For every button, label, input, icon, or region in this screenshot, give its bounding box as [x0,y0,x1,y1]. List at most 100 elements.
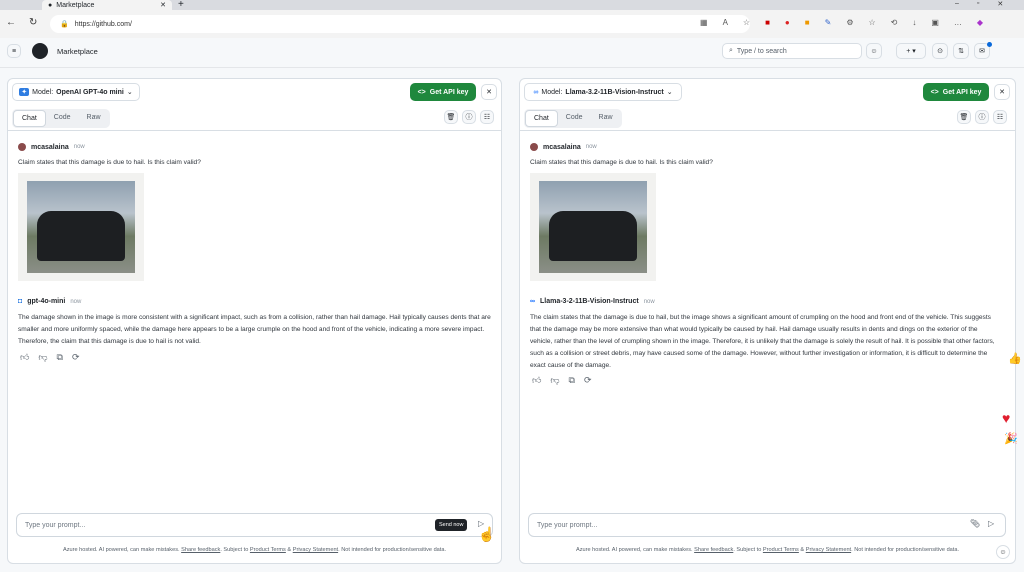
prompt-input[interactable]: Type your prompt... [16,513,493,537]
user-message-header: mcasalaina now [18,143,85,151]
thumbs-up-icon[interactable]: 👍︎ [20,352,29,363]
response-actions: 👍︎ 👎︎ ⧉ ⟳ [532,375,592,386]
info-icon[interactable]: ⓘ [462,110,476,124]
bot-message-header: ◘ gpt-4o-mini now [18,298,82,305]
tab-chat[interactable]: Chat [525,110,558,127]
adblock-icon[interactable]: ● [785,18,790,27]
github-logo-icon[interactable] [32,43,48,59]
reader-icon[interactable]: ▦ [700,18,708,27]
copilot-icon[interactable]: ◆ [977,18,983,27]
settings-icon[interactable]: ☷ [480,110,494,124]
tab-chat[interactable]: Chat [13,110,46,127]
maximize-icon[interactable]: ▫ [977,0,979,8]
browser-tab[interactable]: ● Marketplace ✕ [42,0,172,10]
view-tabs: Chat Code Raw [524,109,622,128]
create-new-button[interactable]: + ▾ [896,43,926,59]
copilot-icon: ☺ [999,548,1007,556]
panel-actions: 🗑 ⓘ ☷ [444,110,494,124]
openai-model-icon: ◘ [18,298,23,305]
copy-icon[interactable]: ⧉ [569,375,575,386]
privacy-link[interactable]: Privacy Statement [293,547,338,553]
user-prompt: Claim states that this damage is due to … [530,159,713,166]
chat-panel-right: ∞ Model: Llama-3.2-11B-Vision-Instruct ⌄ <>… [519,78,1016,564]
new-tab-icon[interactable]: + [178,0,184,10]
info-icon[interactable]: ⓘ [975,110,989,124]
close-panel-button[interactable]: ✕ [994,84,1010,100]
thumbs-up-reaction-icon: 👍 [1008,353,1022,365]
inbox-icon: ✉ [979,48,985,55]
attached-car-image[interactable] [530,173,656,281]
search-icon: ⌕ [729,47,733,54]
attached-car-image[interactable] [18,173,144,281]
close-tab-icon[interactable]: ✕ [160,1,166,9]
delete-icon[interactable]: 🗑 [444,110,458,124]
panel-actions: 🗑 ⓘ ☷ [957,110,1007,124]
search-input[interactable]: ⌕ Type / to search [722,43,862,59]
send-icon[interactable]: ▷ [988,519,994,528]
screenshot-icon[interactable]: ▣ [931,18,939,27]
download-icon[interactable]: ↓ [912,18,916,27]
product-terms-link[interactable]: Product Terms [763,547,799,553]
response-actions: 👍︎ 👎︎ ⧉ ⟳ [20,352,80,363]
tab-raw[interactable]: Raw [79,110,109,127]
url-field[interactable]: 🔒 https://github.com/ [50,15,750,33]
favorites-icon[interactable]: ☆ [868,18,875,27]
thumbs-down-icon[interactable]: 👎︎ [550,375,559,386]
avatar [530,143,538,151]
regenerate-icon[interactable]: ⟳ [72,352,80,363]
bot-message-header: ∞ Llama-3-2-11B-Vision-Instruct now [530,298,655,305]
divider [8,130,501,131]
plus-icon: + ▾ [906,48,916,55]
thumbs-down-icon[interactable]: 👎︎ [38,352,47,363]
tab-raw[interactable]: Raw [591,110,621,127]
get-api-key-button[interactable]: <> Get API key [410,83,476,101]
extensions-icon[interactable]: ⚙ [846,18,853,27]
minimize-icon[interactable]: – [955,0,959,8]
model-selector[interactable]: ✦ Model: OpenAI GPT-4o mini ⌄ [12,83,140,101]
tab-code[interactable]: Code [46,110,79,127]
chevron-down-icon: ⌄ [126,89,133,96]
menu-button[interactable]: ≡ [7,44,21,58]
settings-icon[interactable]: ☷ [993,110,1007,124]
get-api-key-button[interactable]: <> Get API key [923,83,989,101]
favorite-icon[interactable]: ☆ [743,18,750,27]
divider [520,130,1015,131]
page-title: Marketplace [57,47,98,56]
lock-icon: 🔒 [60,21,69,28]
copy-icon[interactable]: ⧉ [57,352,63,363]
product-terms-link[interactable]: Product Terms [250,547,286,553]
extension-icon[interactable]: ■ [765,18,770,27]
code-icon: <> [417,88,426,96]
read-aloud-icon[interactable]: A [723,18,728,27]
chat-panel-left: ✦ Model: OpenAI GPT-4o mini ⌄ <> Get API key… [7,78,502,564]
delete-icon[interactable]: 🗑 [957,110,971,124]
share-feedback-link[interactable]: Share feedback [694,547,733,553]
hamburger-icon: ≡ [11,47,17,55]
attach-icon[interactable]: 📎︎ [970,519,980,528]
pull-requests-button[interactable]: ⇅ [953,43,969,59]
prompt-input[interactable]: Type your prompt... [528,513,1006,537]
privacy-link[interactable]: Privacy Statement [806,547,851,553]
history-icon[interactable]: ⟲ [891,18,898,27]
regenerate-icon[interactable]: ⟳ [584,375,592,386]
more-icon[interactable]: … [954,18,962,27]
code-icon: <> [930,88,939,96]
copilot-chat-button[interactable]: ☺ [996,545,1010,559]
refresh-icon[interactable]: ↻ [29,17,37,28]
user-prompt: Claim states that this damage is due to … [18,159,201,166]
model-selector[interactable]: ∞ Model: Llama-3.2-11B-Vision-Instruct ⌄ [524,83,682,101]
close-panel-button[interactable]: ✕ [481,84,497,100]
browser-toolbar: ▦ A ☆ ■ ● ■ ✎ ⚙ ☆ ⟲ ↓ ▣ … ◆ [700,18,983,27]
share-feedback-link[interactable]: Share feedback [181,547,220,553]
thumbs-up-icon[interactable]: 👍︎ [532,375,541,386]
back-icon[interactable]: ← [6,17,16,28]
issues-button[interactable]: ⊙ [932,43,948,59]
extension-icon[interactable]: ■ [805,18,810,27]
openai-model-icon: ✦ [19,88,30,96]
notification-dot [987,42,992,47]
close-window-icon[interactable]: ✕ [997,0,1003,8]
copilot-button[interactable]: ☺ [866,43,882,59]
party-reaction-icon: 🎉 [1004,433,1018,445]
tab-code[interactable]: Code [558,110,591,127]
pen-icon[interactable]: ✎ [825,18,832,27]
